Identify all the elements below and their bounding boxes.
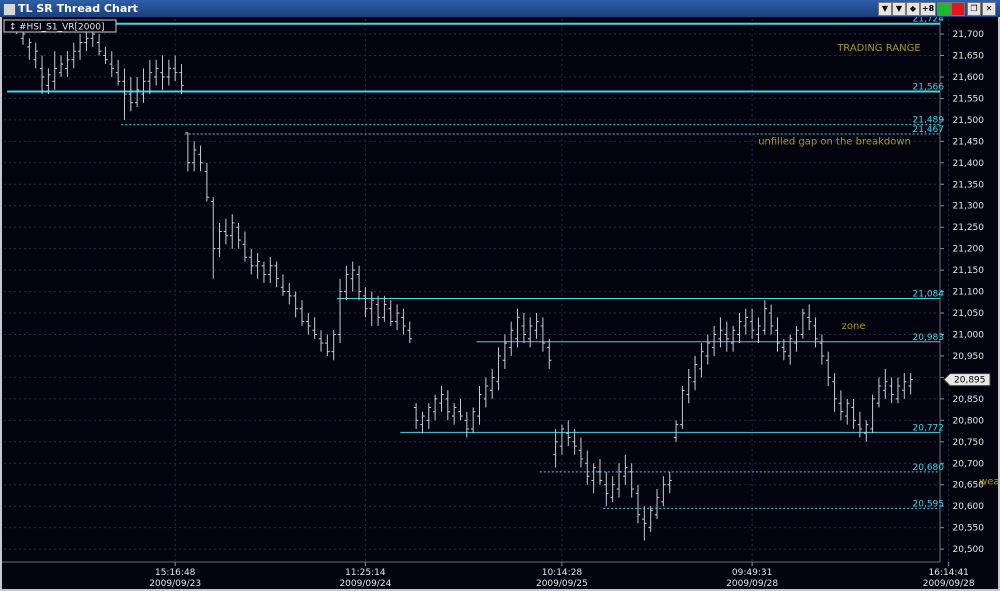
annotation-text: unfilled gap on the breakdown [758, 136, 911, 147]
price-tick-label: 20,800 [953, 416, 985, 426]
green-square-icon[interactable] [937, 2, 951, 16]
date-tick-label: 2009/09/28 [923, 579, 975, 589]
annotation-text: zone [842, 321, 866, 332]
level-label: 20,680 [913, 463, 945, 473]
price-tick-label: 21,450 [953, 137, 985, 147]
level-label: 21,724 [913, 17, 945, 25]
level-label: 20,772 [913, 423, 945, 433]
symbol-icon: ↕ [9, 23, 17, 33]
price-tick-label: 21,250 [953, 223, 985, 233]
plus-eight-icon[interactable]: +8 [920, 2, 936, 16]
time-tick-label: 11:25:14 [345, 568, 386, 578]
down-arrow-icon[interactable]: ▼ [878, 2, 892, 16]
date-tick-label: 2009/09/24 [339, 579, 391, 589]
red-square-icon[interactable] [951, 2, 965, 16]
price-tick-label: 20,500 [953, 545, 985, 555]
price-tick-label: 20,700 [953, 459, 985, 469]
level-label: 21,084 [913, 289, 945, 299]
symbol-box[interactable]: ↕ #HSI_S1_VR[2000] [3, 19, 117, 33]
price-tick-label: 20,600 [953, 502, 985, 512]
price-tick-label: 20,650 [953, 481, 985, 491]
level-label: 20,595 [913, 499, 945, 509]
time-tick-label: 16:14:41 [928, 568, 968, 578]
price-tick-label: 21,150 [953, 266, 985, 276]
time-tick-label: 15:16:48 [155, 568, 196, 578]
price-tick-label: 20,950 [953, 352, 985, 362]
time-tick-label: 09:49:31 [732, 568, 772, 578]
price-tick-label: 21,500 [953, 116, 985, 126]
app-icon [3, 3, 16, 16]
date-tick-label: 2009/09/23 [149, 579, 201, 589]
price-tick-label: 21,200 [953, 245, 985, 255]
date-tick-label: 2009/09/28 [726, 579, 778, 589]
window-title: TL SR Thread Chart [18, 2, 138, 15]
price-tick-label: 21,050 [953, 309, 985, 319]
current-price-label: 20,895 [954, 376, 986, 386]
symbol-label: #HSI_S1_VR[2000] [19, 23, 104, 33]
price-tick-label: 20,550 [953, 524, 985, 534]
down-arrow-icon[interactable]: ▼ [892, 2, 906, 16]
price-tick-label: 21,600 [953, 73, 985, 83]
title-bar[interactable]: TL SR Thread Chart ▼ ▼ ◆ +8 ❐ ✕ [0, 0, 1000, 17]
chart[interactable]: TRADING RANGE unfilled gap on the breakdo… [0, 17, 1000, 591]
close-icon[interactable]: ✕ [982, 2, 996, 16]
price-tick-label: 21,650 [953, 51, 985, 61]
diamond-icon[interactable]: ◆ [906, 2, 920, 16]
price-tick-label: 21,350 [953, 180, 985, 190]
price-tick-label: 21,700 [953, 30, 985, 40]
price-tick-label: 21,550 [953, 94, 985, 104]
price-tick-label: 20,850 [953, 395, 985, 405]
price-tick-label: 21,000 [953, 330, 985, 340]
price-tick-label: 20,750 [953, 438, 985, 448]
price-tick-label: 21,300 [953, 202, 985, 212]
level-label: 21,566 [913, 83, 945, 93]
plot-background [2, 17, 940, 589]
level-label: 20,983 [913, 333, 945, 343]
time-tick-label: 10:14:28 [542, 568, 583, 578]
restore-icon[interactable]: ❐ [967, 2, 981, 16]
price-tick-label: 21,400 [953, 159, 985, 169]
current-price-marker: 20,895 [943, 373, 991, 387]
chart-window: TL SR Thread Chart ▼ ▼ ◆ +8 ❐ ✕ TRADING … [0, 0, 1000, 591]
date-tick-label: 2009/09/25 [536, 579, 588, 589]
level-label: 21,467 [913, 125, 945, 135]
price-tick-label: 21,100 [953, 288, 985, 298]
annotation-text: TRADING RANGE [836, 43, 920, 54]
